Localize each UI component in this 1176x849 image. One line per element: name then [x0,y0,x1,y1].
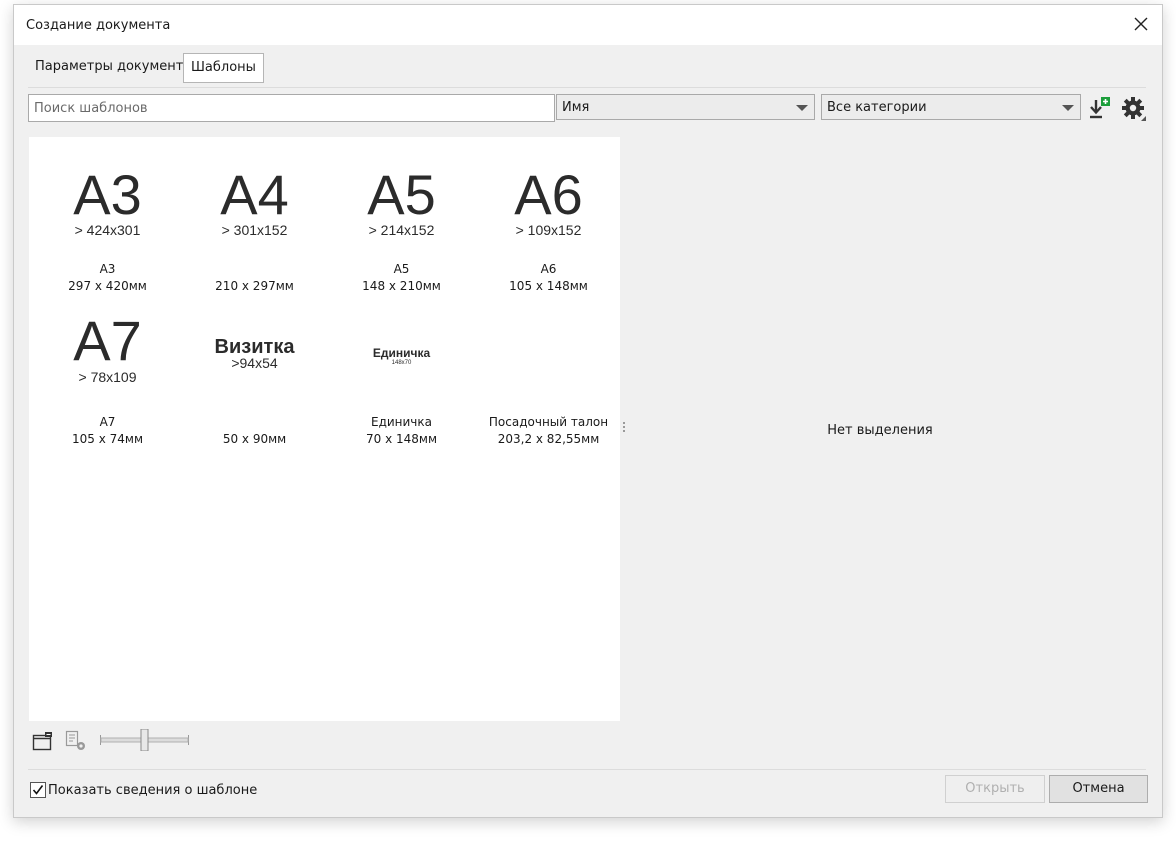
template-name: Единичка [370,415,432,429]
details-empty-text: Нет выделения [827,423,933,438]
thumbnail-zoom-slider[interactable] [100,728,189,752]
open-button[interactable]: Открыть [945,775,1045,803]
sort-by-value: Имя [562,100,590,115]
template-name: Посадочный талон [488,415,609,429]
show-template-info-label: Показать сведения о шаблоне [48,783,258,798]
tab-templates[interactable]: Шаблоны [183,53,264,83]
thumb-title: A4 [220,163,289,226]
tab-divider [28,87,1146,88]
settings-gear-icon [1122,97,1146,121]
import-template-button[interactable] [1088,96,1112,120]
template-tile-edinichka[interactable]: Единичка 148x70 Единичка 70 x 148мм [328,298,475,450]
template-name: A5 [393,262,410,276]
template-name: A3 [99,262,116,276]
template-tile-a5[interactable]: A5 > 214x152 A5 148 x 210мм [328,145,475,297]
thumb-subtitle: > 301x152 [221,222,288,238]
thumb-title: A3 [73,163,142,226]
template-tile-a3[interactable]: A3 > 424x301 A3 297 x 420мм [34,145,181,297]
thumb-subtitle: >94x54 [231,355,278,371]
footer-divider [28,769,1146,770]
settings-button[interactable] [1121,96,1147,122]
category-value: Все категории [827,100,927,115]
import-template-icon [1090,97,1110,119]
template-dimensions: 203,2 x 82,55мм [497,432,600,446]
thumb-title: Единичка [372,346,431,360]
template-tile-a4[interactable]: A4 > 301x152 210 x 297мм [181,145,328,297]
cancel-button[interactable]: Отмена [1049,775,1148,803]
template-dimensions: 70 x 148мм [365,432,437,446]
panel-splitter[interactable] [623,422,626,436]
show-template-info-checkbox[interactable] [30,782,46,798]
zoom-slider-thumb [140,728,149,752]
thumb-title: Визитка [214,336,295,358]
thumb-subtitle: > 424x301 [74,222,141,238]
close-icon [1134,17,1148,31]
thumb-subtitle: > 214x152 [368,222,435,238]
template-dimensions: 50 x 90мм [222,432,287,446]
template-tile-business-card[interactable]: Визитка >94x54 50 x 90мм [181,298,328,450]
thumb-title: A7 [73,309,142,372]
template-name: A6 [540,262,557,276]
open-template-folder-button[interactable] [32,730,54,752]
thumb-title: A5 [367,163,436,226]
thumb-subtitle: 148x70 [391,360,412,366]
template-search-input[interactable] [28,94,555,122]
template-properties-button[interactable] [65,730,87,752]
template-tile-a7[interactable]: A7 > 78x109 A7 105 x 74мм [34,298,181,450]
chevron-down-icon [1062,105,1074,111]
thumb-subtitle: > 109x152 [515,222,582,238]
template-dimensions: 148 x 210мм [362,279,441,293]
template-dimensions: 105 x 148мм [509,279,588,293]
thumb-title: A6 [514,163,583,226]
template-dimensions: 210 x 297мм [215,279,294,293]
template-tile-a6[interactable]: A6 > 109x152 A6 105 x 148мм [475,145,622,297]
close-button[interactable] [1126,9,1156,39]
template-dimensions: 297 x 420мм [68,279,147,293]
checkmark-icon [32,785,44,795]
template-name: A7 [99,415,116,429]
template-dimensions: 105 x 74мм [71,432,143,446]
template-gallery: A3 > 424x301 A3 297 x 420мм A4 > 301x152… [29,137,620,721]
template-properties-icon [65,730,85,750]
thumb-subtitle: > 78x109 [78,369,137,385]
zoom-slider-graphic [100,728,189,752]
chevron-down-icon [796,105,808,111]
create-document-dialog: Создание документа Параметры документа Ш… [13,4,1163,818]
window-title: Создание документа [26,18,171,33]
open-template-folder-icon [32,732,52,751]
tab-document-parameters[interactable]: Параметры документа [28,53,198,81]
template-tile-boarding-pass[interactable]: Посадочный талон 203,2 x 82,55мм [475,298,622,450]
sort-by-select[interactable]: Имя [556,94,815,120]
category-select[interactable]: Все категории [821,94,1081,120]
title-bar: Создание документа [14,5,1162,45]
